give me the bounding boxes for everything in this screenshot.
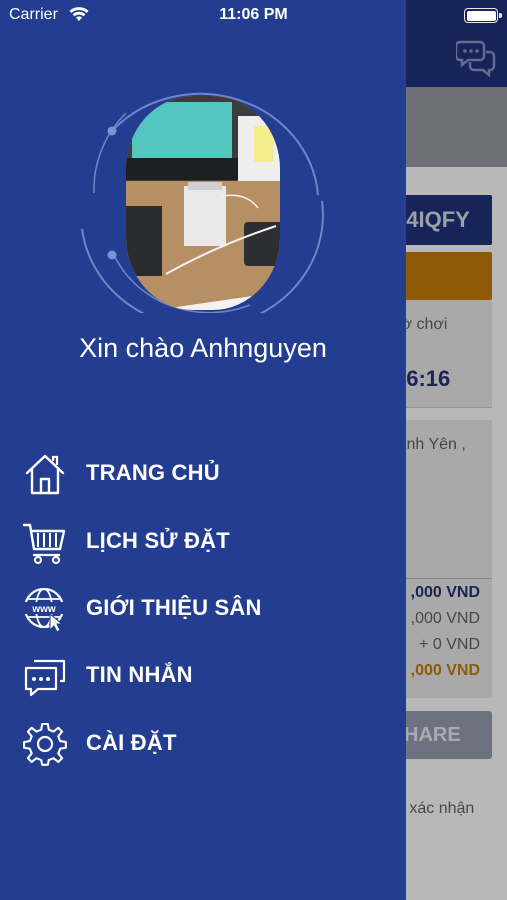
avatar[interactable] bbox=[80, 83, 326, 313]
menu-item-court-intro[interactable]: www GIỚI THIỆU SÂN bbox=[0, 580, 406, 638]
menu-label: GIỚI THIỆU SÂN bbox=[86, 595, 262, 620]
greeting-text: Xin chào Anhnguyen bbox=[79, 333, 327, 363]
clock: 11:06 PM bbox=[219, 6, 288, 23]
gear-icon bbox=[23, 722, 67, 766]
menu-item-booking-history[interactable]: LỊCH SỬ ĐẶT bbox=[0, 513, 406, 571]
home-icon bbox=[25, 454, 65, 495]
battery-icon bbox=[464, 8, 502, 23]
menu-label: LỊCH SỬ ĐẶT bbox=[86, 528, 230, 553]
svg-text:www: www bbox=[31, 604, 56, 615]
www-globe-icon: www bbox=[23, 587, 65, 632]
menu-label: TRANG CHỦ bbox=[86, 460, 220, 485]
menu-item-settings[interactable]: CÀI ĐẶT bbox=[0, 715, 406, 773]
chat-icon bbox=[24, 659, 66, 697]
menu-label: CÀI ĐẶT bbox=[86, 730, 177, 755]
profile-photo bbox=[126, 96, 280, 310]
side-drawer: Xin chào Anhnguyen TRANG CHỦ LỊCH SỬ ĐẶT bbox=[0, 0, 406, 900]
menu-label: TIN NHẮN bbox=[86, 662, 193, 687]
status-bar: Carrier 11:06 PM bbox=[0, 0, 507, 30]
menu-item-home[interactable]: TRANG CHỦ bbox=[0, 445, 406, 503]
menu-item-messages[interactable]: TIN NHẮN bbox=[0, 647, 406, 705]
cart-icon bbox=[22, 523, 66, 565]
